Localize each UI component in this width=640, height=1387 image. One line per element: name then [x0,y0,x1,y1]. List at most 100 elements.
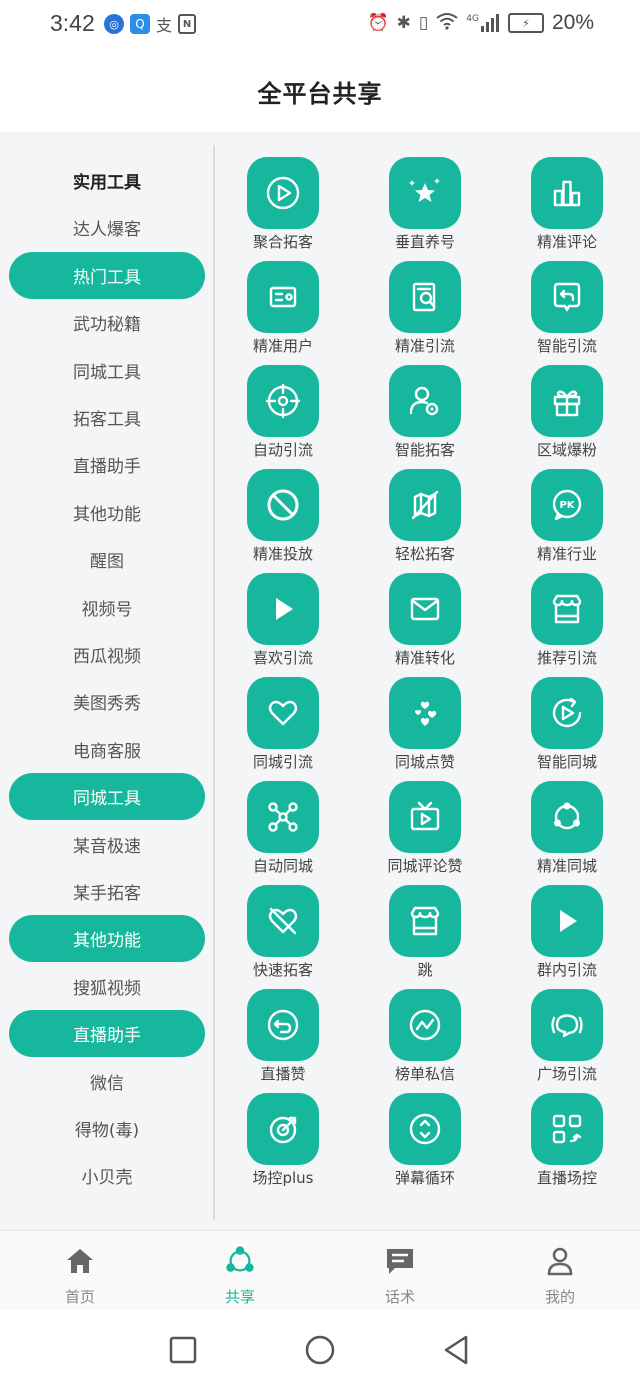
battery-percent: 20% [551,11,594,34]
sidebar-item[interactable]: 其他功能 [9,915,205,963]
tool-label: 广场引流 [536,1065,597,1083]
app-icon-1: ◎ [104,14,124,34]
sidebar-item-label: 某音极速 [73,836,141,857]
tool-item[interactable]: 同城点赞 [355,677,495,781]
tool-item[interactable]: 智能拓客 [355,365,495,469]
tool-item[interactable]: 群内引流 [497,885,637,989]
broadcast-chat-icon [531,989,603,1061]
heart-icon [247,677,319,749]
tool-item[interactable]: 直播场控 [497,1093,637,1197]
sidebar-item[interactable]: 微信 [9,1058,205,1105]
category-sidebar: 实用工具 达人爆客 热门工具 武功秘籍 同城工具 拓客工具 直播助手 其他功能 醒图 视频号 西瓜视… [0,132,213,1230]
wifi-icon [436,12,458,35]
nav-tab-label: 话术 [384,1288,415,1306]
map-off-icon [389,469,461,541]
hearts-icon [389,677,461,749]
sidebar-item[interactable]: 其他功能 [9,489,205,536]
sidebar-item-label: 同城工具 [73,789,141,810]
search-app-icon: Q [130,14,150,34]
sidebar-item-label: 同城工具 [73,362,141,383]
tool-item[interactable]: 轻松拓客 [355,469,495,573]
tool-item[interactable]: 智能同城 [497,677,637,781]
pk-chat-icon: PK [531,469,603,541]
play-icon [531,885,603,957]
tool-item[interactable]: 自动同城 [213,781,353,885]
tool-item[interactable]: 精准投放 [213,469,353,573]
sidebar-item-label: 西瓜视频 [73,647,141,667]
sidebar-item[interactable]: 直播助手 [9,441,205,488]
sidebar-item[interactable]: 西瓜视频 [9,631,205,678]
tool-item[interactable]: 榜单私信 [355,989,495,1093]
tool-label: 群内引流 [536,961,597,979]
sidebar-item[interactable]: 得物(毒) [9,1105,205,1152]
nav-tab[interactable]: 首页 [30,1231,130,1311]
sidebar-item[interactable]: 某手拓客 [9,868,205,915]
tool-item[interactable]: 快速拓客 [213,885,353,989]
recent-apps-button[interactable] [165,1332,201,1368]
sidebar-item[interactable]: 美图秀秀 [9,678,205,725]
tool-item[interactable]: 聚合拓客 [213,157,353,261]
sidebar-item[interactable]: 搜狐视频 [9,963,205,1010]
tool-item[interactable]: 垂直养号 [355,157,495,261]
sidebar-item[interactable]: 醒图 [9,536,205,583]
sidebar-item[interactable]: 热门工具 [9,251,205,299]
svg-text:PK: PK [559,500,575,511]
sidebar-item-label: 其他功能 [73,504,141,525]
tool-item[interactable]: 直播赞 [213,989,353,1093]
tool-label: 快速拓客 [252,961,313,979]
tool-item[interactable]: 精准用户 [213,261,353,365]
content-area: 实用工具 达人爆客 热门工具 武功秘籍 同城工具 拓客工具 直播助手 其他功能 醒图 视频号 西瓜视… [0,132,640,1230]
sidebar-item-label: 美图秀秀 [73,694,141,715]
sidebar-item[interactable]: 拓客工具 [9,394,205,441]
sidebar-item[interactable]: 同城工具 [9,347,205,394]
sidebar-item[interactable]: 直播助手 [9,1010,205,1058]
tool-item[interactable]: 智能引流 [497,261,637,365]
tool-item[interactable]: 弹幕循环 [355,1093,495,1197]
id-card-icon [247,261,319,333]
tool-label: 喜欢引流 [252,649,313,667]
tool-item[interactable]: 精准同城 [497,781,637,885]
tool-label: 区域爆粉 [536,441,597,459]
tool-label: 自动同城 [252,857,313,875]
tool-item[interactable]: 同城引流 [213,677,353,781]
tool-item[interactable]: 精准转化 [355,573,495,677]
tool-item[interactable]: 场控plus [213,1093,353,1197]
nfc-icon: N [178,14,197,34]
tool-item[interactable]: 推荐引流 [497,573,637,677]
sidebar-item[interactable]: 小贝壳 [9,1152,205,1199]
sidebar-item[interactable]: 同城工具 [9,773,205,821]
bar-chart-icon [531,157,603,229]
sidebar-item[interactable]: 某音极速 [9,821,205,868]
back-button[interactable] [438,1332,474,1368]
tool-label: 精准转化 [394,649,455,667]
bottom-nav: 首页 共享 话术 我的 [0,1230,640,1310]
tool-item[interactable]: 精准引流 [355,261,495,365]
tool-item[interactable]: 精准评论 [497,157,637,261]
sidebar-item-label: 热门工具 [73,267,141,288]
tool-item[interactable]: 自动引流 [213,365,353,469]
sidebar-item[interactable]: 达人爆客 [9,204,205,251]
store-icon [389,885,461,957]
network-icon [247,781,319,853]
tool-item[interactable]: PK 精准行业 [497,469,637,573]
tool-item[interactable]: 跳 [355,885,495,989]
tool-label: 精准用户 [252,337,313,355]
sidebar-item[interactable]: 电商客服 [9,726,205,773]
tool-label: 同城引流 [252,753,313,771]
tool-item[interactable]: 区域爆粉 [497,365,637,469]
sidebar-item[interactable]: 实用工具 [9,157,205,204]
user-settings-icon [389,365,461,437]
home-button[interactable] [302,1332,338,1368]
tool-item[interactable]: 喜欢引流 [213,573,353,677]
sidebar-item[interactable]: 视频号 [9,584,205,631]
tool-label: 精准评论 [536,233,597,251]
updown-circle-icon [389,1093,461,1165]
nav-tab[interactable]: 话术 [350,1231,450,1311]
nav-tab[interactable]: 共享 [190,1231,290,1311]
tool-item[interactable]: 同城评论赞 [355,781,495,885]
nav-tab[interactable]: 我的 [510,1231,610,1311]
status-bar: 3:42 ◎ Q 支 N ⏰ ✱ ▯ 4G ⚡ 20% [0,0,640,52]
sidebar-item[interactable]: 武功秘籍 [9,299,205,346]
sidebar-item-label: 武功秘籍 [73,315,141,336]
tool-item[interactable]: 广场引流 [497,989,637,1093]
